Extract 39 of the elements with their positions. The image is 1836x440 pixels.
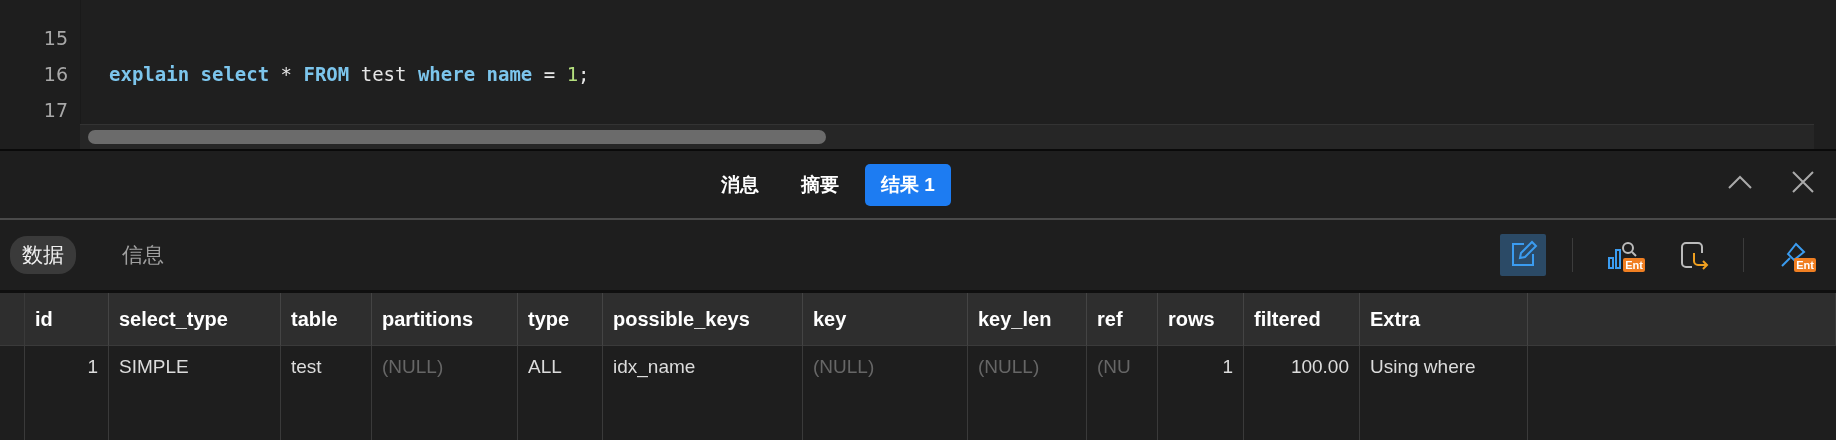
column-header[interactable]: ref — [1087, 293, 1158, 346]
line-number: 17 — [42, 98, 69, 123]
result-tab[interactable]: 消息 — [705, 163, 775, 206]
table-cell: (NULL) — [372, 346, 518, 440]
column-header[interactable]: key — [803, 293, 968, 346]
result-tab[interactable]: 摘要 — [785, 163, 855, 206]
result-tab[interactable]: 结果 1 — [865, 163, 951, 206]
column-header[interactable]: select_type — [109, 293, 281, 346]
edit-button[interactable] — [1500, 234, 1546, 276]
table-cell: 1 — [1158, 346, 1244, 440]
view-tab[interactable]: 数据 — [10, 236, 76, 274]
column-header[interactable]: partitions — [372, 293, 518, 346]
close-icon[interactable] — [1790, 169, 1816, 195]
column-header[interactable]: Extra — [1360, 293, 1528, 346]
table-cell: (NULL) — [803, 346, 968, 440]
badge: Ent — [1794, 258, 1816, 272]
table-cell: ALL — [518, 346, 603, 440]
table-cell: idx_name — [603, 346, 803, 440]
line-number: 16 — [42, 62, 69, 87]
scrollbar-thumb[interactable] — [88, 130, 826, 144]
table-cell: 1 — [25, 346, 109, 440]
column-header[interactable]: rows — [1158, 293, 1244, 346]
table-cell: SIMPLE — [109, 346, 281, 440]
line-number: 15 — [42, 26, 69, 51]
table-cell: 100.00 — [1244, 346, 1360, 440]
column-header[interactable]: table — [281, 293, 372, 346]
column-header[interactable]: key_len — [968, 293, 1087, 346]
column-header[interactable]: type — [518, 293, 603, 346]
header-corner — [0, 293, 25, 346]
column-header[interactable]: filtered — [1244, 293, 1360, 346]
table-cell: (NULL) — [968, 346, 1087, 440]
view-tab[interactable]: 信息 — [110, 236, 176, 274]
table-cell: (NU — [1087, 346, 1158, 440]
table-cell: test — [281, 346, 372, 440]
column-header[interactable]: id — [25, 293, 109, 346]
badge: Ent — [1623, 258, 1645, 272]
code-line: explain select * FROM test where name = 1; — [109, 62, 591, 87]
column-header[interactable]: possible_keys — [603, 293, 803, 346]
export-icon — [1678, 239, 1710, 271]
